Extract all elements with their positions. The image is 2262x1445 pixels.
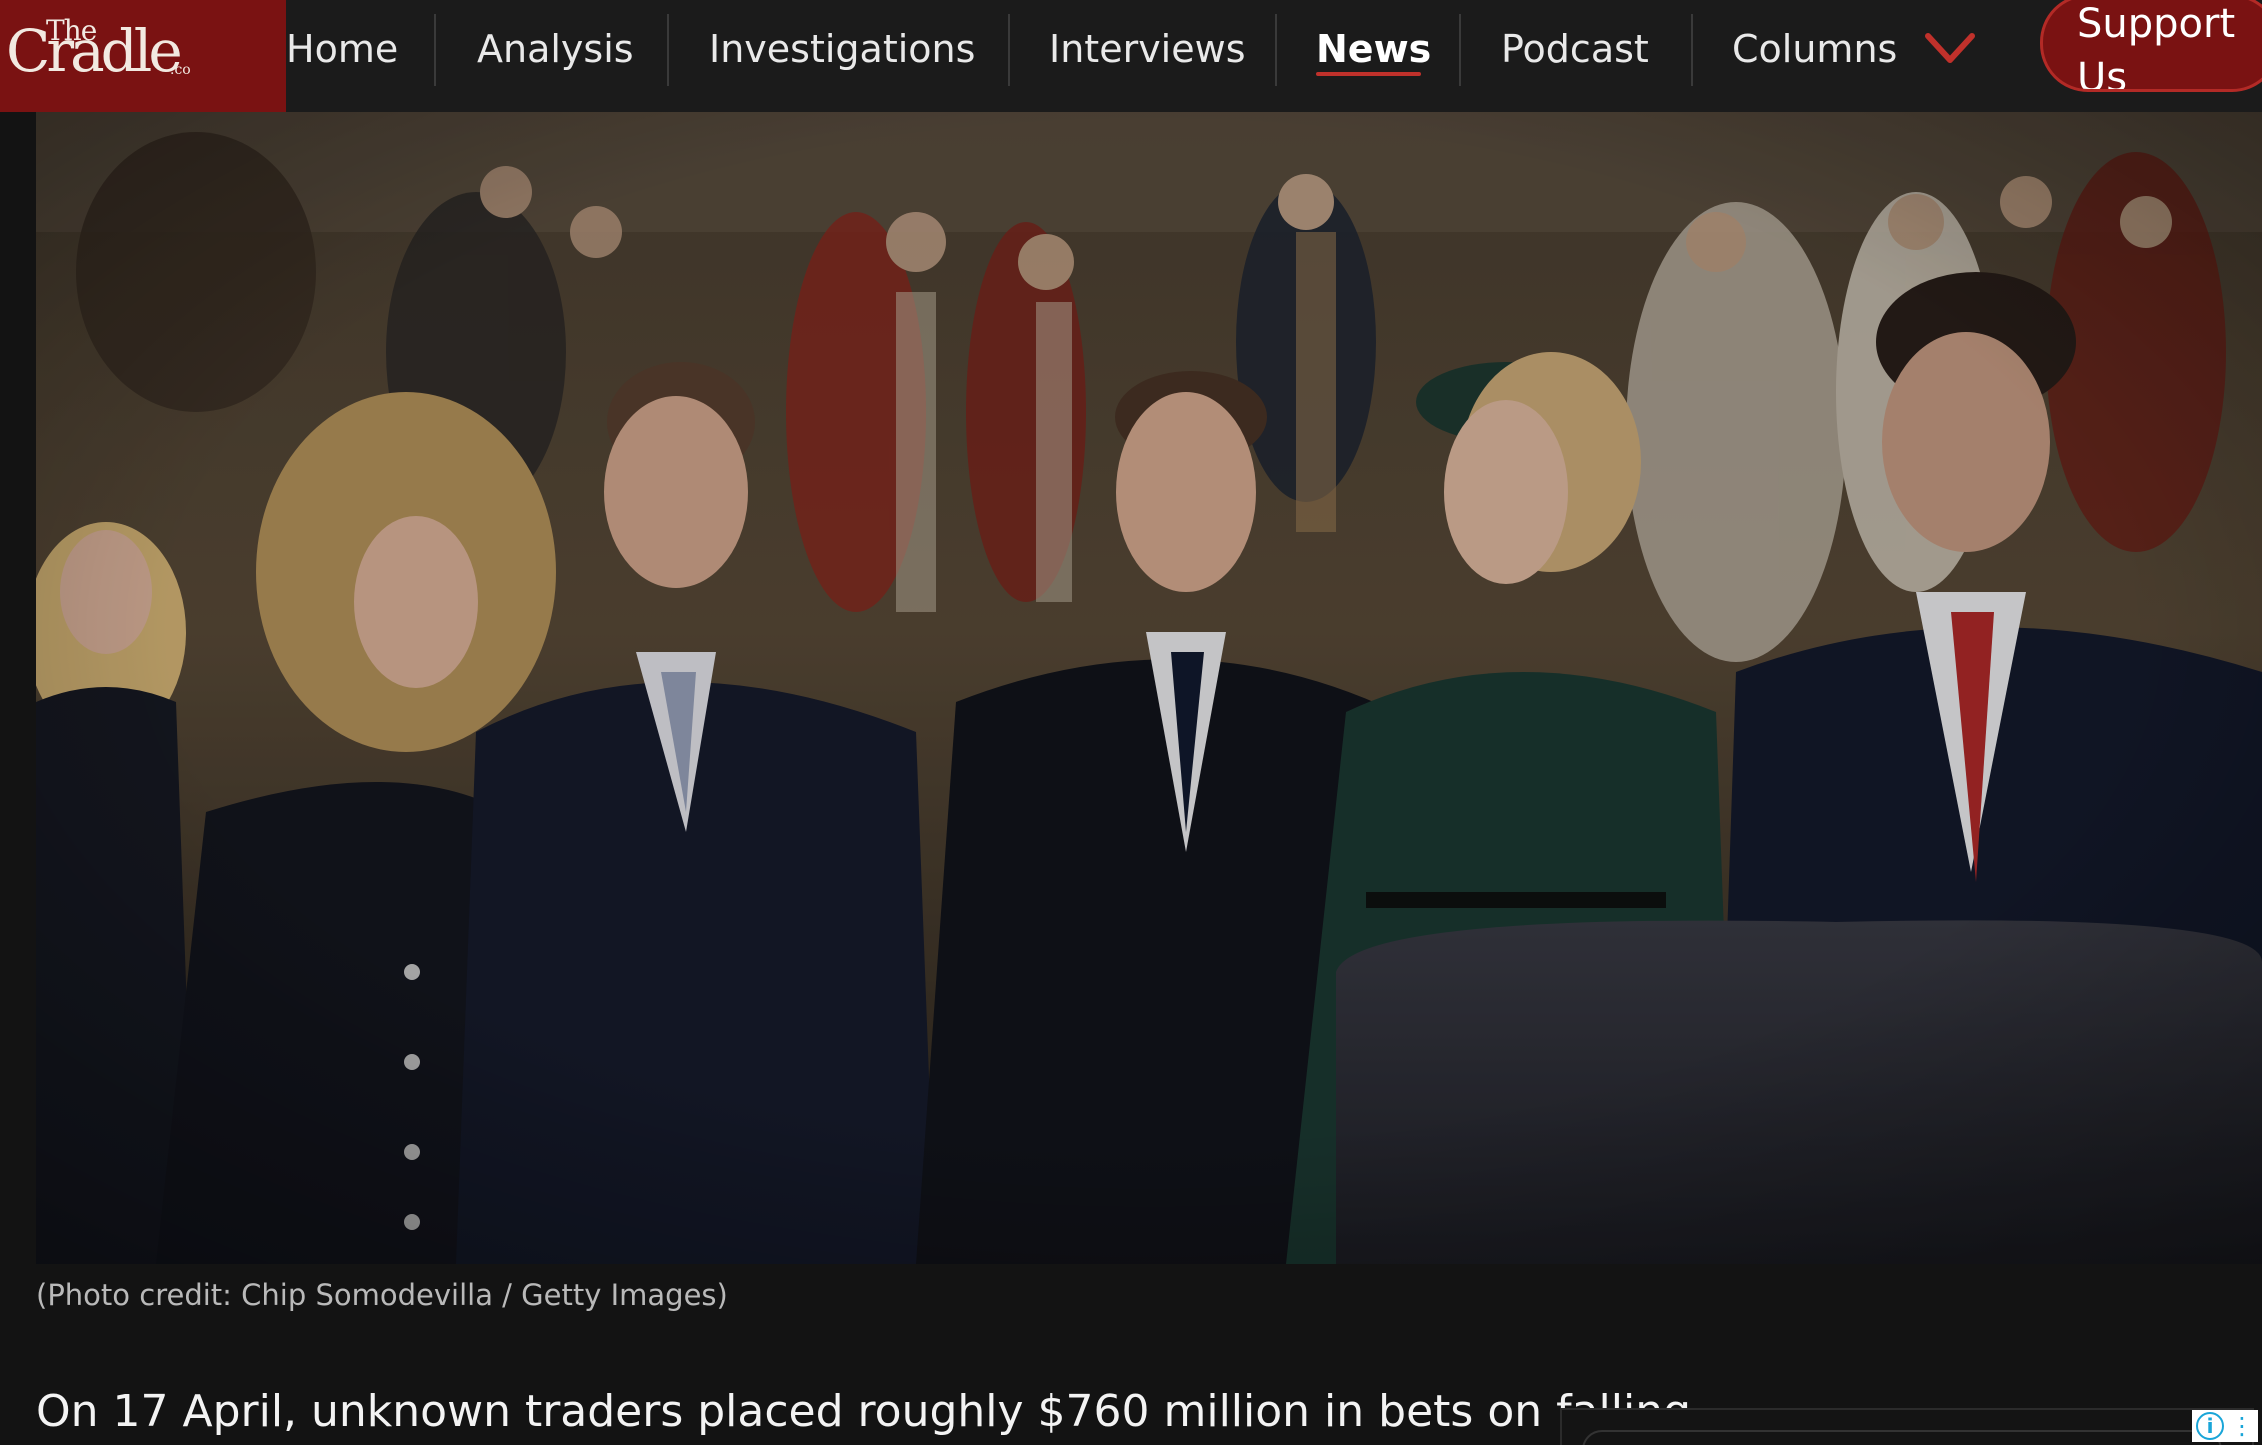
info-icon[interactable]: i — [2196, 1412, 2224, 1440]
nav-active-indicator — [1316, 72, 1421, 76]
nav-divider — [434, 14, 436, 86]
article-lead-paragraph: On 17 April, unknown traders placed roug… — [36, 1386, 1692, 1437]
photo-caption: (Photo credit: Chip Somodevilla / Getty … — [36, 1278, 728, 1312]
nav-interviews[interactable]: Interviews — [1049, 0, 1246, 98]
chevron-down-icon[interactable] — [1924, 30, 1976, 66]
nav-podcast[interactable]: Podcast — [1501, 0, 1649, 98]
top-navigation: The Cradle .co Home Analysis Investigati… — [0, 0, 2262, 112]
nav-divider — [1459, 14, 1461, 86]
close-icon[interactable]: ⋮ — [2230, 1412, 2254, 1440]
support-us-button[interactable]: Support Us — [2040, 0, 2262, 92]
nav-divider — [1275, 14, 1277, 86]
site-logo[interactable]: The Cradle .co — [0, 0, 286, 112]
ad-container — [1560, 1408, 2254, 1445]
nav-news[interactable]: News — [1316, 0, 1431, 98]
nav-investigations[interactable]: Investigations — [709, 0, 975, 98]
nav-divider — [667, 14, 669, 86]
page: The Cradle .co Home Analysis Investigati… — [0, 0, 2262, 1445]
ad-frame — [1582, 1430, 2222, 1445]
logo-cradle-text: Cradle — [6, 17, 183, 85]
nav-analysis[interactable]: Analysis — [477, 0, 634, 98]
nav-columns[interactable]: Columns — [1732, 0, 1897, 98]
logo-suffix-text: .co — [170, 62, 191, 78]
nav-home[interactable]: Home — [286, 0, 398, 98]
nav-divider — [1691, 14, 1693, 86]
nav-divider — [1008, 14, 1010, 86]
hero-photo — [36, 112, 2262, 1264]
ad-controls: i ⋮ — [2192, 1410, 2258, 1442]
hero-photo-illustration — [36, 112, 2262, 1264]
